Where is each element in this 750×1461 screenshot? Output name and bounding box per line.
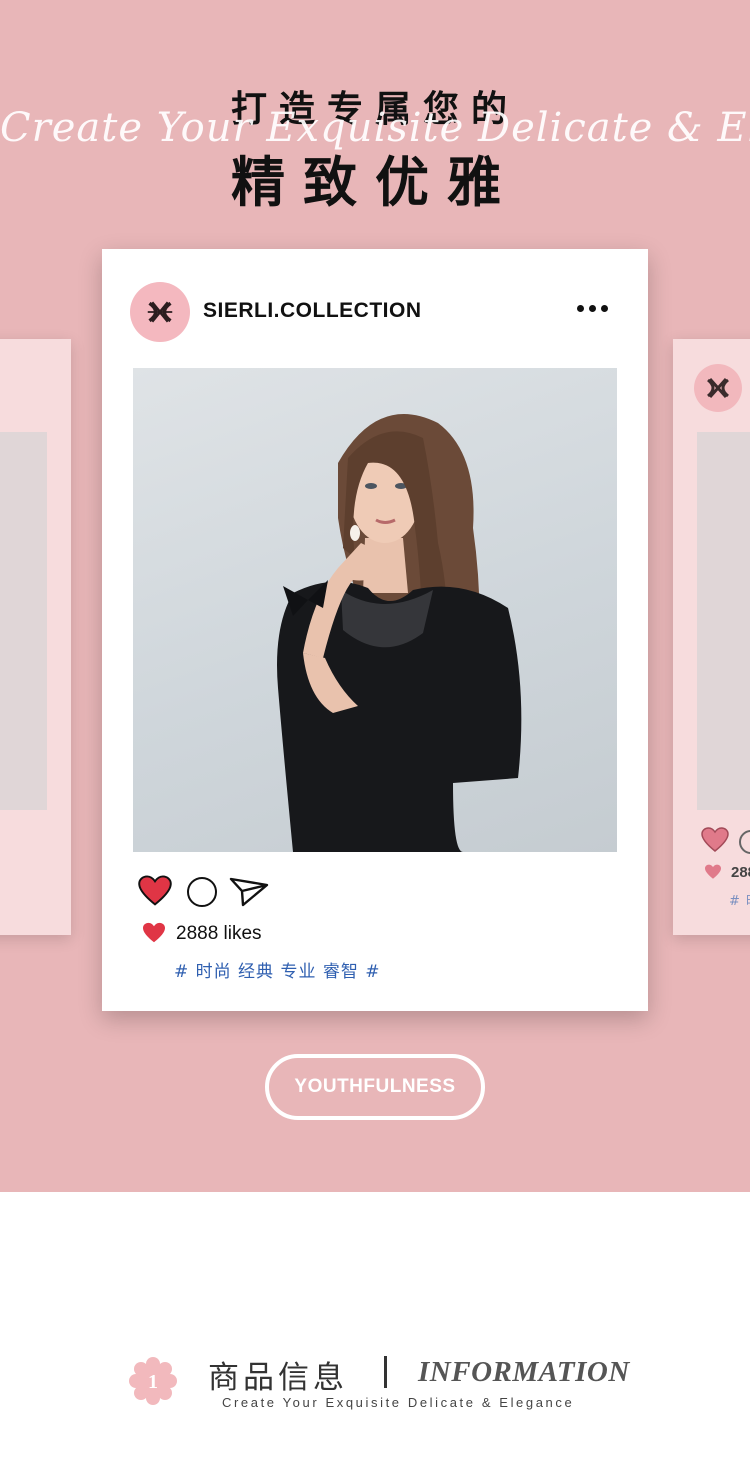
side-card-right[interactable]: 288 # 时 (673, 339, 750, 935)
section-subtitle: Create Your Exquisite Delicate & Eleganc… (222, 1395, 575, 1410)
section-number: 1 (148, 1371, 158, 1393)
section-number-flower-icon: 1 (129, 1357, 177, 1405)
comment-icon[interactable] (739, 830, 750, 854)
brand-logo-icon (147, 301, 173, 323)
hashtags[interactable]: # 时 (729, 890, 750, 909)
section-title-en: INFORMATION (418, 1356, 630, 1388)
comment-icon[interactable] (187, 877, 217, 907)
post-photo (133, 368, 617, 852)
likes-count: 2888 likes (176, 923, 262, 944)
model-illustration (277, 414, 522, 852)
side-card-photo (697, 432, 750, 810)
heart-icon[interactable] (138, 875, 172, 907)
send-icon[interactable] (229, 877, 269, 907)
like-count-heart-icon (705, 864, 721, 879)
youthfulness-label: YOUTHFULNESS (294, 1076, 456, 1097)
side-card-photo (0, 432, 47, 810)
avatar[interactable] (130, 282, 190, 342)
hero-title-main: 精致优雅 (231, 151, 519, 214)
youthfulness-badge[interactable]: YOUTHFULNESS (265, 1054, 485, 1120)
like-count-heart-icon (143, 922, 165, 943)
side-card-avatar (694, 364, 742, 412)
brand-logo-icon (707, 378, 729, 398)
post-card: SIERLI.COLLECTION 2888 likes # 时尚 经典 专业 … (102, 249, 648, 1011)
hero-banner: 打造专属您的 Create Your Exquisite Delicate & … (0, 0, 750, 1192)
title-separator (384, 1356, 387, 1388)
likes-count: 288 (731, 864, 750, 881)
account-name[interactable]: SIERLI.COLLECTION (203, 299, 422, 323)
hashtags[interactable]: # 时尚 经典 专业 睿智 # (174, 957, 381, 982)
heart-icon[interactable] (701, 827, 729, 853)
side-card-left[interactable] (0, 339, 71, 935)
section-title-cn: 商品信息 (208, 1360, 348, 1396)
more-icon[interactable] (577, 305, 608, 312)
